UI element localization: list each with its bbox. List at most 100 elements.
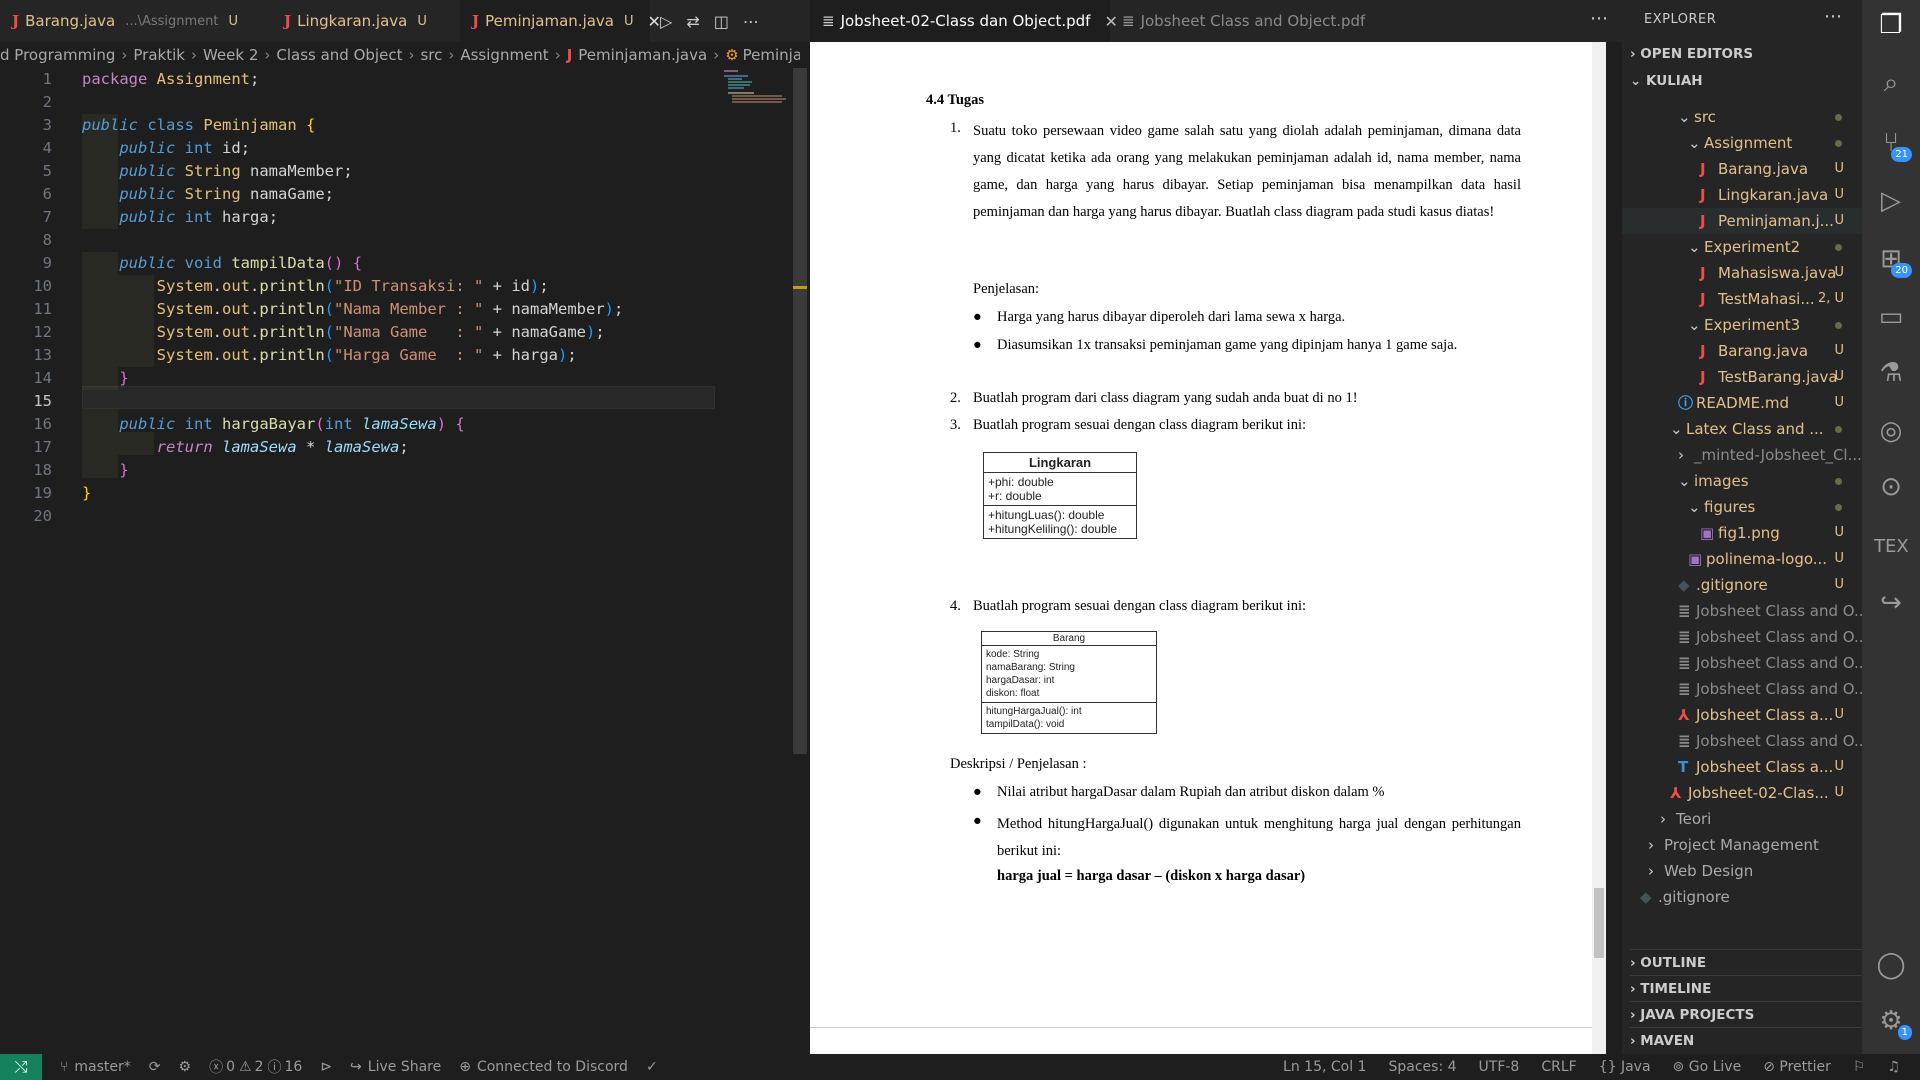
tree-item[interactable]: ⅄ Jobsheet Class a... U <box>1622 702 1862 728</box>
tex-icon[interactable]: TEX <box>1874 530 1909 564</box>
java-projects-section[interactable]: › JAVA PROJECTS <box>1630 1001 1862 1027</box>
tree-item[interactable]: J Barang.java U <box>1622 338 1862 364</box>
line-ending[interactable]: CRLF <box>1541 1059 1576 1075</box>
remote-explorer-icon[interactable]: ▭ <box>1874 300 1908 334</box>
tree-item[interactable]: T Jobsheet Class a... U <box>1622 754 1862 780</box>
more-actions-icon[interactable]: ⋯ <box>1590 8 1608 29</box>
tree-item[interactable]: ⌄ src <box>1622 104 1862 130</box>
uml-class-name: Barang <box>982 632 1156 646</box>
publish-icon[interactable]: ⚙ <box>179 1059 192 1075</box>
gitlens-icon[interactable]: ⊙ <box>1874 470 1908 504</box>
package-name: Assignment <box>156 70 250 88</box>
breadcrumb-item[interactable]: Week 2 <box>203 46 258 64</box>
breadcrumb-item[interactable]: Peminjaman.java <box>578 46 707 64</box>
tab-barang-java[interactable]: J Barang.java ...\Assignment U <box>0 0 272 42</box>
tree-item[interactable]: ⓘ README.md U <box>1622 390 1862 416</box>
tree-item[interactable]: J TestMahasi... 2, U <box>1622 286 1862 312</box>
git-graph-icon[interactable]: ◎ <box>1874 414 1908 448</box>
prettier-status[interactable]: Prettier <box>1779 1059 1831 1075</box>
compare-icon[interactable]: ⇄ <box>686 12 699 31</box>
outline-section[interactable]: › OUTLINE <box>1630 949 1862 975</box>
breadcrumb-item[interactable]: Praktik <box>133 46 185 64</box>
more-actions-icon[interactable]: ⋯ <box>743 12 759 31</box>
code-editor[interactable]: 1 package Assignment; 2 3 public class Pem… <box>0 68 800 1054</box>
scrollbar-thumb[interactable] <box>1594 888 1604 958</box>
settings-gear-icon[interactable]: ⚙ 1 <box>1874 1004 1912 1040</box>
tree-item[interactable]: ≣ Jobsheet Class and O... <box>1622 728 1868 754</box>
tab-lingkaran-java[interactable]: J Lingkaran.java U <box>272 0 460 42</box>
tab-jobsheet-class-pdf[interactable]: ≣ Jobsheet Class and Object.pdf <box>1110 0 1370 42</box>
cursor-position[interactable]: Ln 15, Col 1 <box>1283 1059 1366 1075</box>
tree-item[interactable]: ⌄ figures <box>1622 494 1862 520</box>
pdf-scrollbar[interactable] <box>1592 42 1606 1054</box>
tree-item[interactable]: ◆ .gitignore U <box>1622 572 1862 598</box>
tree-item[interactable]: ⌄ Assignment <box>1622 130 1862 156</box>
source-control-icon[interactable]: ⑂ 21 <box>1874 126 1912 162</box>
tree-item[interactable]: ⌄ Experiment2 <box>1622 234 1862 260</box>
run-icon[interactable]: ▷ <box>660 12 672 31</box>
tree-item[interactable]: J Barang.java U <box>1622 156 1862 182</box>
explorer-icon[interactable]: ❐ <box>1874 8 1908 42</box>
tab-jobsheet-pdf[interactable]: ≣ Jobsheet-02-Class dan Object.pdf ✕ <box>810 0 1118 42</box>
info-count[interactable]: 16 <box>284 1059 302 1075</box>
breadcrumb-item[interactable]: src <box>420 46 442 64</box>
maven-section[interactable]: › MAVEN <box>1630 1027 1862 1053</box>
breadcrumb-item[interactable]: d Programming <box>0 46 115 64</box>
tab-peminjaman-java[interactable]: J Peminjaman.java U ✕ <box>460 0 661 42</box>
branch-name[interactable]: master* <box>74 1059 130 1075</box>
sync-icon[interactable]: ⟳ <box>149 1059 161 1075</box>
timeline-section[interactable]: › TIMELINE <box>1630 975 1862 1001</box>
split-editor-icon[interactable]: ◫ <box>714 12 729 31</box>
tree-item[interactable]: ≣ Jobsheet Class and O... <box>1622 650 1868 676</box>
tree-item[interactable]: ≣ Jobsheet Class and O... <box>1622 676 1868 702</box>
more-actions-icon[interactable]: ⋯ <box>1824 6 1842 27</box>
extensions-icon[interactable]: ⊞ 20 <box>1874 242 1912 278</box>
editor-scrollbar[interactable] <box>793 68 807 754</box>
minimap[interactable] <box>722 68 792 108</box>
tree-item[interactable]: J Lingkaran.java U <box>1622 182 1862 208</box>
field-ref: out <box>222 277 250 295</box>
tree-item[interactable]: › Teori <box>1622 806 1862 832</box>
tree-item[interactable]: J TestBarang.java U <box>1622 364 1862 390</box>
tree-item[interactable]: ▣ polinema-logo... U <box>1622 546 1862 572</box>
tree-item[interactable]: ⌄ Latex Class and ... <box>1622 416 1862 442</box>
language-mode[interactable]: Java <box>1621 1059 1651 1075</box>
pdf-viewer[interactable]: 4.4 Tugas 1. Suatu toko persewaan video … <box>810 42 1606 1054</box>
breadcrumb-item[interactable]: Assignment <box>460 46 548 64</box>
code-line: 14 } <box>0 367 715 390</box>
tree-item[interactable]: › _minted-Jobsheet_Cl... <box>1622 442 1862 468</box>
error-count[interactable]: 0 <box>226 1059 235 1075</box>
check-icon[interactable]: ✓ <box>646 1059 658 1075</box>
open-editors-section[interactable]: › OPEN EDITORS <box>1630 41 1753 67</box>
tree-item[interactable]: J Mahasiswa.java U <box>1622 260 1862 286</box>
run-debug-icon[interactable]: ▷ <box>1874 184 1908 218</box>
breadcrumb-item[interactable]: Class and Object <box>276 46 402 64</box>
tree-item[interactable]: ⌄ images <box>1622 468 1862 494</box>
tree-item[interactable]: ⌄ Experiment3 <box>1622 312 1862 338</box>
encoding[interactable]: UTF-8 <box>1479 1059 1520 1075</box>
remote-indicator-icon[interactable]: ⤭ <box>0 1054 42 1080</box>
account-icon[interactable]: ◯ <box>1874 948 1908 982</box>
discord-status[interactable]: Connected to Discord <box>477 1059 628 1075</box>
tree-item[interactable]: ≣ Jobsheet Class and O... <box>1622 598 1868 624</box>
tree-item[interactable]: ⅄ Jobsheet-02-Clas... U <box>1622 780 1862 806</box>
testing-icon[interactable]: ⚗ <box>1874 356 1908 390</box>
live-share-button[interactable]: Live Share <box>368 1059 441 1075</box>
tree-item[interactable]: › Web Design <box>1622 858 1862 884</box>
search-icon[interactable]: ⌕ <box>1874 66 1908 100</box>
tree-item[interactable]: ≣ Jobsheet Class and O... <box>1622 624 1868 650</box>
file-icon: J <box>1700 212 1706 230</box>
tree-item[interactable]: J Peminjaman.j... U <box>1622 208 1862 234</box>
tree-item[interactable]: ◆ .gitignore <box>1622 884 1862 910</box>
tree-item[interactable]: ▣ fig1.png U <box>1622 520 1862 546</box>
feedback-icon[interactable]: ⚐ <box>1853 1059 1866 1075</box>
tree-item[interactable]: › Project Management <box>1622 832 1862 858</box>
warning-count[interactable]: 2 <box>255 1059 264 1075</box>
workspace-root[interactable]: ⌄ KULIAH <box>1630 68 1703 94</box>
live-share-icon[interactable]: ↪ <box>1874 586 1908 620</box>
ports-icon[interactable]: ⊳ <box>320 1059 332 1075</box>
go-live-button[interactable]: Go Live <box>1689 1059 1741 1075</box>
indentation[interactable]: Spaces: 4 <box>1388 1059 1456 1075</box>
notifications-bell-icon[interactable]: ♫ <box>1887 1059 1900 1075</box>
breadcrumb-item[interactable]: Peminjaman <box>743 46 800 64</box>
